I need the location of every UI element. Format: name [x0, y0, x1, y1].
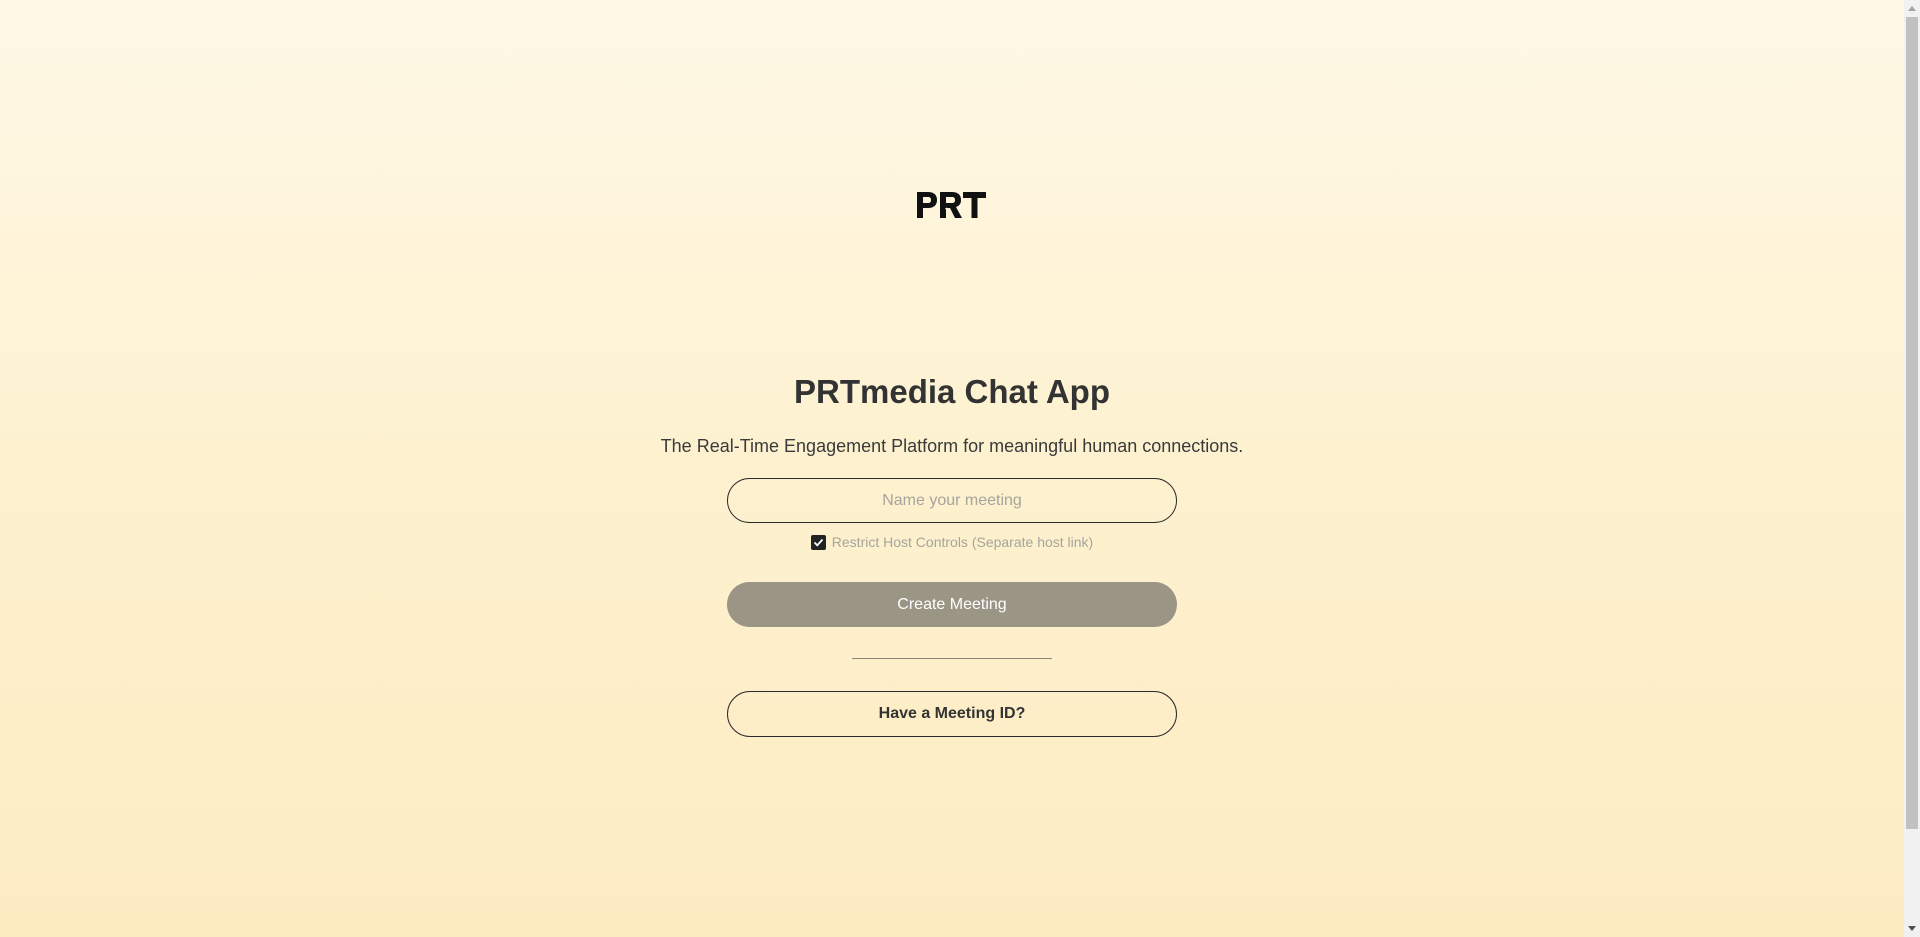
- scroll-up-arrow-icon[interactable]: [1908, 6, 1916, 11]
- page-title: PRTmedia Chat App: [794, 373, 1110, 410]
- have-meeting-id-button[interactable]: Have a Meeting ID?: [727, 691, 1177, 737]
- restrict-host-checkbox[interactable]: [810, 534, 826, 550]
- scroll-down-arrow-icon[interactable]: [1908, 926, 1916, 931]
- prt-logo: [917, 192, 986, 219]
- page-background: PRTmedia Chat App The Real-Time Engageme…: [0, 0, 1904, 937]
- vertical-scrollbar[interactable]: [1904, 0, 1920, 937]
- restrict-host-controls-row: Restrict Host Controls (Separate host li…: [0, 532, 1904, 552]
- restrict-host-label: Restrict Host Controls (Separate host li…: [831, 534, 1094, 550]
- meeting-name-input[interactable]: [727, 478, 1177, 523]
- create-meeting-button[interactable]: Create Meeting: [727, 582, 1177, 627]
- page-subtitle: The Real-Time Engagement Platform for me…: [660, 436, 1244, 456]
- scrollbar-thumb[interactable]: [1906, 17, 1918, 829]
- divider: [852, 658, 1052, 659]
- checkmark-icon: [813, 538, 823, 547]
